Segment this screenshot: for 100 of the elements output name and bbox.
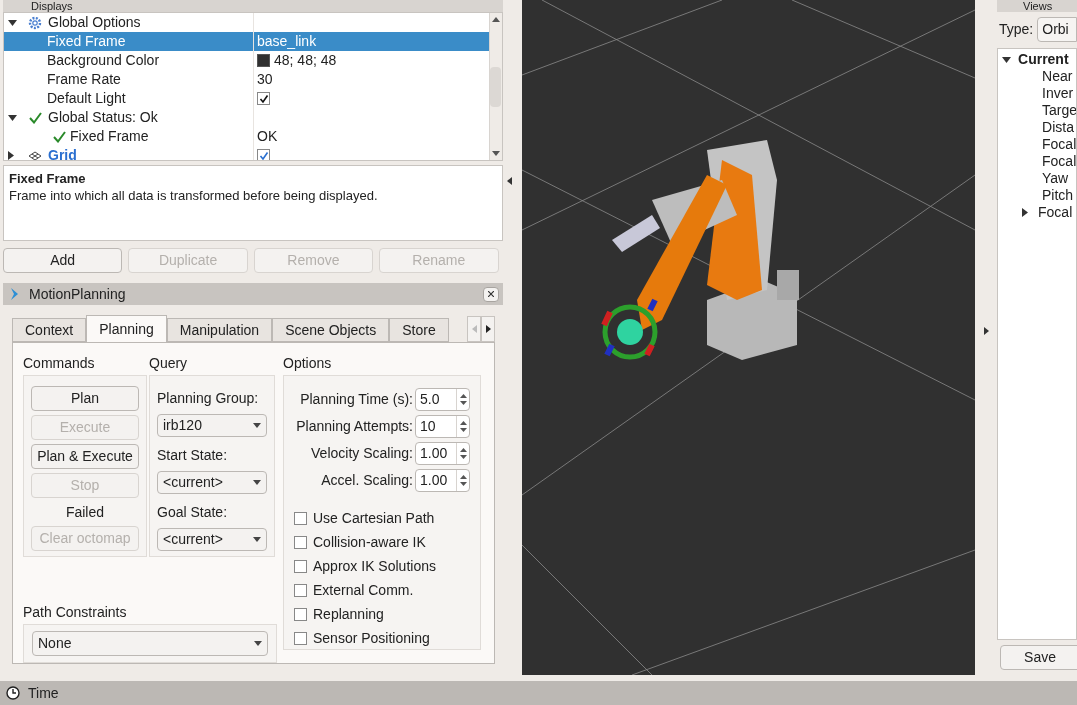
spin-box[interactable]: 1.00 [415,442,470,465]
panel-title: Displays [30,0,73,12]
scrollbar[interactable] [488,13,502,160]
tree-label: Inver [1042,84,1074,103]
tree-row[interactable]: Background Color 48; 48; 48 [4,51,489,70]
checkbox-label: Use Cartesian Path [313,508,435,528]
field-label: Planning Attempts: [296,417,413,436]
checkbox-label: Approx IK Solutions [313,556,436,576]
tree-row[interactable]: Current [998,51,1076,68]
tree-row[interactable]: Pitch [998,187,1076,204]
checkbox[interactable] [257,149,270,160]
spin-arrows-icon[interactable] [459,474,467,487]
tree-label: Grid [48,146,77,160]
scroll-thumb[interactable] [490,66,501,107]
tree-label: Dista [1042,118,1074,137]
field-label: Velocity Scaling: [311,444,413,463]
spin-box[interactable]: 5.0 [415,388,470,411]
tree-row[interactable]: Focal [998,204,1076,221]
spin-box[interactable]: 1.00 [415,469,470,492]
save-button[interactable]: Save [1000,645,1077,670]
collapse-left-icon[interactable] [507,176,512,185]
scroll-down-icon[interactable] [491,151,500,156]
checkbox[interactable] [294,511,307,525]
tree-row[interactable]: Focal [998,153,1076,170]
tree-label: Current [1018,50,1069,69]
tab[interactable]: Manipulation [166,318,273,342]
checkbox[interactable] [257,92,270,105]
tree-row[interactable]: Global Status: Ok [4,108,489,127]
check-icon [28,111,42,124]
field-label: Type: [999,19,1034,39]
dropdown[interactable]: <current> [157,471,267,494]
tree-row[interactable]: Near [998,68,1076,85]
spin-arrows-icon[interactable] [459,420,467,433]
spin-arrows-icon[interactable] [459,447,467,460]
expand-arrow-icon[interactable] [8,19,17,26]
checkbox[interactable] [294,559,307,573]
tree-row[interactable]: Targe [998,102,1076,119]
field-label: Accel. Scaling: [321,471,413,490]
tree-row[interactable]: Inver [998,85,1076,102]
tree-row[interactable]: Focal [998,136,1076,153]
tree-label: Focal [1042,152,1076,171]
expand-arrow-icon[interactable] [8,151,14,160]
right-arrow-icon[interactable] [485,325,491,333]
tree-row[interactable]: Fixed Frame OK [4,127,489,146]
spin-arrows-icon[interactable] [459,393,467,406]
scroll-right-button[interactable] [481,316,495,342]
expand-arrow-icon[interactable] [8,114,17,121]
tree-label: Fixed Frame [70,127,149,146]
tree-label: Focal [1038,203,1073,222]
group-title: Options [283,354,333,373]
tree-row[interactable]: Dista [998,119,1076,136]
tree-label: Default Light [47,89,126,108]
panel-button[interactable]: Add [3,248,123,273]
dropdown[interactable]: None [32,630,268,656]
caret-icon [253,537,261,542]
command-button[interactable]: Plan [31,386,139,411]
field-label: Planning Time (s): [300,390,413,409]
tree-label: Near [1042,67,1073,86]
tree-label: Frame Rate [47,70,121,89]
panel-title: Time [28,683,59,703]
dropdown[interactable]: <current> [157,528,267,551]
close-icon[interactable] [487,291,494,297]
expand-arrow-icon[interactable] [1022,208,1028,217]
close-button[interactable] [482,286,499,302]
checkbox-label: Replanning [313,604,384,624]
panel-title: Views [1022,0,1053,12]
command-button[interactable]: Plan & Execute [31,444,139,469]
dropdown[interactable]: irb120 [157,414,267,437]
gear-icon [28,15,42,30]
tree-row[interactable]: Yaw [998,170,1076,187]
tree-row[interactable]: Default Light [4,89,489,108]
clock-icon [6,686,20,700]
expand-arrow-icon[interactable] [1002,56,1011,63]
description-title: Fixed Frame [9,171,87,187]
field-label: Goal State: [157,503,229,522]
checkbox[interactable] [294,607,307,621]
caret-icon [253,480,261,485]
field-label: Planning Group: [157,389,260,408]
checkbox-label: Collision-aware IK [313,532,426,552]
checkbox[interactable] [294,535,307,549]
spin-box[interactable]: 10 [415,415,470,438]
status-text: Failed [65,503,105,522]
tree-label: Targe [1042,101,1076,120]
tab[interactable]: Context [12,318,87,342]
tree-label: Focal [1042,135,1076,154]
tree-label: Background Color [47,51,160,70]
tab[interactable]: Store [389,318,449,342]
tab[interactable]: Scene Objects [272,318,390,342]
tree-row[interactable]: Fixed Frame base_link [4,32,489,51]
checkbox[interactable] [294,583,307,597]
tab[interactable]: Planning [86,315,167,342]
expand-right-icon[interactable] [983,326,989,335]
property-value: OK [257,127,278,146]
field-label: Start State: [157,446,229,465]
type-dropdown[interactable]: Orbi [1037,16,1077,42]
check-icon [52,130,66,143]
group-title: Query [149,354,189,373]
checkbox[interactable] [294,631,307,645]
tree-row[interactable]: Frame Rate 30 [4,70,489,89]
scroll-up-icon[interactable] [491,17,500,22]
